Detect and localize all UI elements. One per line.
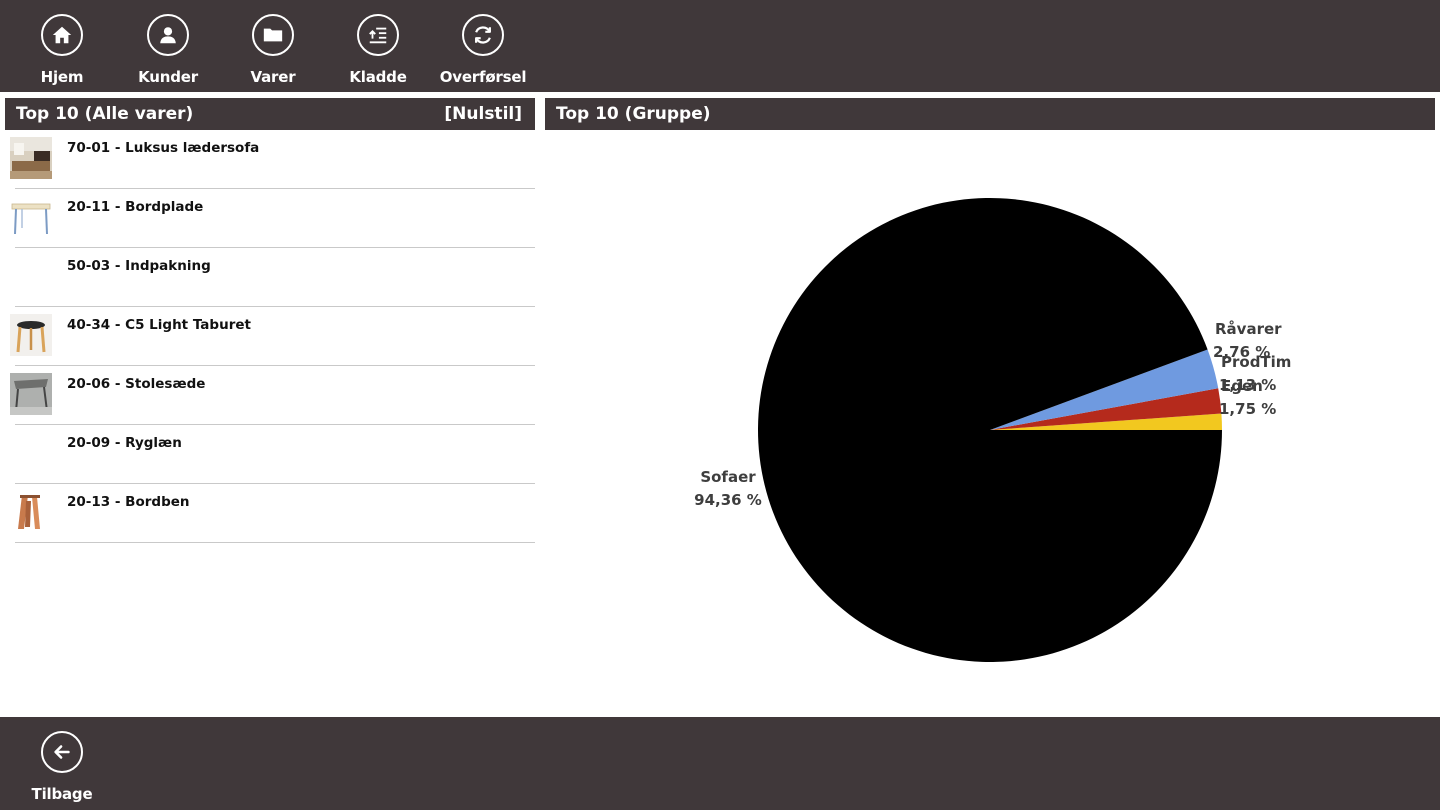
nav-customers-button[interactable]: Kunder (118, 14, 218, 86)
slice-label-value: 94,36 % (694, 491, 762, 509)
item-label: 40-34 - C5 Light Taburet (67, 317, 251, 333)
nav-home-button[interactable]: Hjem (12, 14, 112, 86)
nav-transfer-label: Overførsel (439, 68, 527, 86)
chair-seat-thumbnail (10, 373, 52, 415)
list-item[interactable]: 40-34 - C5 Light Taburet (10, 307, 535, 366)
nav-customers-label: Kunder (138, 68, 198, 86)
pie-slice-sofaer (758, 198, 1222, 663)
table-legs-thumbnail (18, 495, 40, 529)
nav-home-label: Hjem (40, 68, 84, 86)
right-panel-header: Top 10 (Gruppe) (545, 98, 1435, 130)
table-thumbnail (11, 203, 51, 235)
nav-journal-label: Kladde (349, 68, 407, 86)
item-label: 50-03 - Indpakning (67, 258, 211, 274)
slice-label-value: 1,75 % (1219, 400, 1276, 418)
right-panel-title: Top 10 (Gruppe) (556, 104, 711, 124)
item-label: 20-13 - Bordben (67, 494, 190, 510)
slice-label-name: Råvarer (1215, 320, 1282, 338)
item-label: 20-06 - Stolesæde (67, 376, 206, 392)
list-item[interactable]: 20-06 - Stolesæde (10, 366, 535, 425)
left-panel-header: Top 10 (Alle varer) [Nulstil] (5, 98, 535, 130)
back-button[interactable]: Tilbage (22, 731, 102, 803)
back-label: Tilbage (31, 785, 93, 803)
item-label: 70-01 - Luksus lædersofa (67, 140, 260, 156)
slice-label-name: Sofaer (700, 468, 756, 486)
slice-label-value: 1,13 % (1219, 376, 1276, 394)
home-icon (41, 14, 83, 56)
reset-button[interactable]: [Nulstil] (444, 98, 522, 130)
folder-icon (252, 14, 294, 56)
list-item[interactable]: 20-11 - Bordplade (11, 189, 535, 248)
item-label: 20-09 - Ryglæn (67, 435, 182, 451)
sync-icon (462, 14, 504, 56)
nav-items-label: Varer (250, 68, 296, 86)
sofa-thumbnail (10, 137, 52, 179)
slice-label-name: ProdTim (1221, 353, 1291, 371)
top-items-list: 70-01 - Luksus lædersofa 20-11 - Bordpla… (5, 130, 535, 543)
left-panel-title: Top 10 (Alle varer) (16, 104, 194, 124)
list-item[interactable]: 70-01 - Luksus lædersofa (10, 130, 535, 189)
bottom-bar: Tilbage (0, 717, 1440, 810)
list-item[interactable]: 50-03 - Indpakning (15, 248, 535, 307)
item-label: 20-11 - Bordplade (67, 199, 204, 215)
top-nav-bar: Hjem Kunder Varer Kladde Overførsel (0, 0, 1440, 92)
nav-journal-button[interactable]: Kladde (328, 14, 428, 86)
arrow-left-icon (41, 731, 83, 773)
list-item[interactable]: 20-13 - Bordben (15, 484, 535, 543)
nav-items-button[interactable]: Varer (223, 14, 323, 86)
nav-transfer-button[interactable]: Overførsel (433, 14, 533, 86)
person-icon (147, 14, 189, 56)
list-icon (357, 14, 399, 56)
stool-thumbnail (10, 314, 52, 356)
list-item[interactable]: 20-09 - Ryglæn (15, 425, 535, 484)
group-pie-chart: Sofaer94,36 %Råvarer2,76 %Egen1,75 %Prod… (694, 198, 1291, 663)
